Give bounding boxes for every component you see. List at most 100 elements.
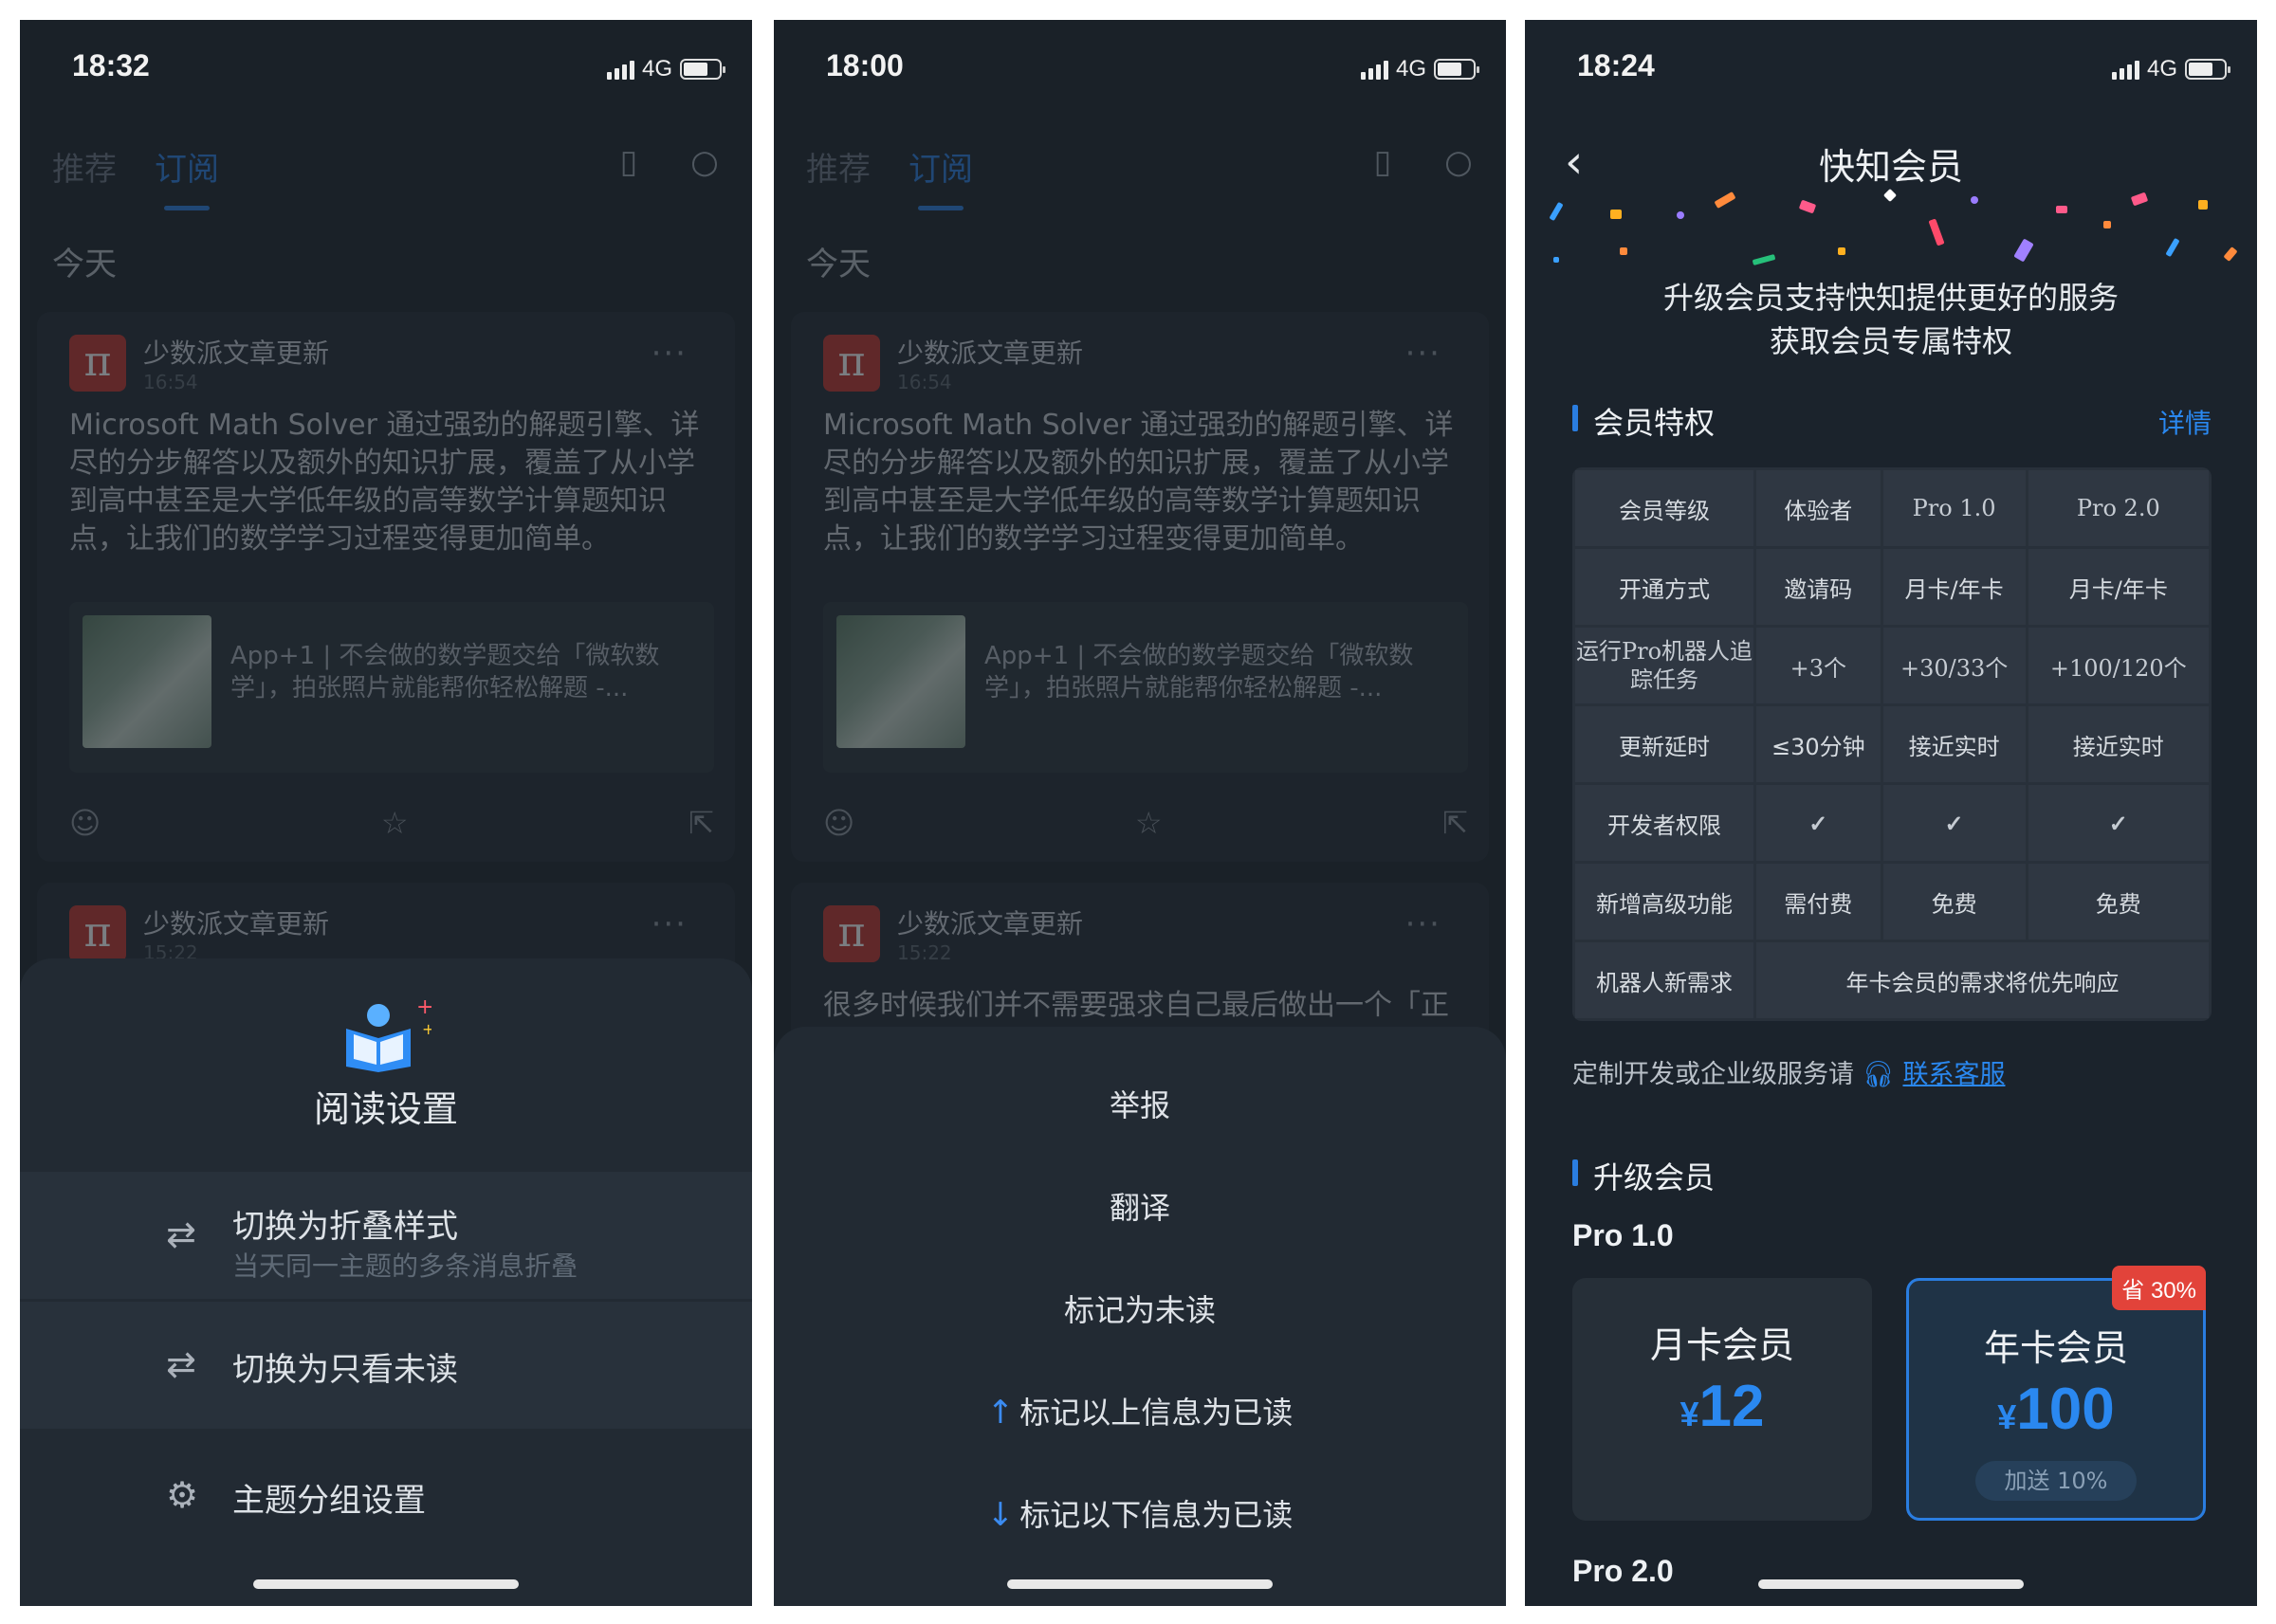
home-indicator	[1007, 1579, 1273, 1589]
check-icon: ✓	[2028, 785, 2209, 861]
share-icon[interactable]: ⇱	[688, 805, 714, 841]
link-thumbnail	[836, 615, 965, 748]
card-text: Microsoft Math Solver 通过强劲的解题引擎、详尽的分步解答以…	[823, 409, 1454, 556]
topic-group-settings[interactable]: ⚙ 主题分组设置	[20, 1432, 752, 1560]
sspai-logo-icon: π	[69, 335, 126, 392]
search-icon[interactable]: ○	[1438, 141, 1479, 183]
pro1-label: Pro 1.0	[1572, 1218, 1674, 1252]
table-header: 会员等级	[1575, 470, 1753, 546]
menu-report[interactable]: 举报	[774, 1082, 1506, 1125]
star-icon[interactable]: ☆	[381, 805, 409, 841]
table-row-label: 开发者权限	[1575, 785, 1753, 861]
table-cell: 免费	[2028, 864, 2209, 940]
status-bar: 18:00 4G	[774, 20, 1506, 124]
svg-text:+: +	[422, 1020, 431, 1038]
phone-membership: 18:24 4G ‹ 快知会员 升级会员支持快知提供更好的服务 获取会员专属特权…	[1525, 20, 2257, 1606]
tab-recommend[interactable]: 推荐	[52, 143, 117, 190]
sspai-logo-icon: π	[823, 905, 880, 962]
status-bar: 18:32 4G	[20, 20, 752, 124]
table-row-label: 运行Pro机器人追踪任务	[1575, 628, 1753, 703]
more-icon[interactable]: ···	[652, 335, 688, 373]
toggle-unread-only[interactable]: ⇄ 切换为只看未读	[20, 1302, 752, 1429]
card-source: 少数派文章更新	[143, 338, 330, 369]
reading-book-icon: + +	[346, 996, 431, 1072]
search-icon[interactable]: ○	[684, 141, 725, 183]
battery-icon	[2185, 59, 2230, 80]
tab-subscribe[interactable]: 订阅	[155, 143, 219, 210]
item-sublabel: 当天同一主题的多条消息折叠	[232, 1250, 578, 1282]
card-source: 少数派文章更新	[143, 908, 330, 940]
menu-label: 标记以下信息为已读	[1019, 1497, 1294, 1533]
section-privileges: 会员特权	[1572, 399, 1715, 443]
toggle-collapse-style[interactable]: ⇄ 切换为折叠样式 当天同一主题的多条消息折叠	[20, 1172, 752, 1299]
table-cell: 接近实时	[2028, 706, 2209, 782]
reading-settings-sheet: + + 阅读设置 ⇄ 切换为折叠样式 当天同一主题的多条消息折叠 ⇄ 切换为只看…	[20, 958, 752, 1606]
section-upgrade: 升级会员	[1572, 1154, 1715, 1197]
network-label: 4G	[641, 56, 672, 82]
bonus-badge: 加送 10%	[1975, 1461, 2137, 1501]
plan-yearly[interactable]: 省 30% 年卡会员 ¥100 加送 10%	[1906, 1266, 2206, 1521]
emoji-icon[interactable]: ☺	[823, 805, 854, 841]
card-source: 少数派文章更新	[897, 908, 1084, 940]
item-label: 切换为只看未读	[232, 1351, 458, 1389]
sspai-logo-icon: π	[823, 335, 880, 392]
swap-icon: ⇄	[166, 1213, 196, 1255]
item-label: 切换为折叠样式	[232, 1208, 458, 1246]
card-source: 少数派文章更新	[897, 338, 1084, 369]
contact-support-link[interactable]: 联系客服	[1902, 1060, 2005, 1089]
emoji-icon[interactable]: ☺	[69, 805, 101, 841]
table-cell: ≤30分钟	[1756, 706, 1881, 782]
swap-icon: ⇄	[166, 1343, 196, 1385]
table-cell: +3个	[1756, 628, 1881, 703]
tab-recommend[interactable]: 推荐	[806, 143, 871, 190]
star-icon[interactable]: ☆	[1135, 805, 1163, 841]
plan-price: ¥12	[1572, 1373, 1872, 1440]
status-bar: 18:24 4G	[1525, 20, 2257, 124]
table-cell: 需付费	[1756, 864, 1881, 940]
table-cell: 月卡/年卡	[1882, 549, 2026, 625]
table-header: Pro 1.0	[1882, 470, 2026, 546]
tab-subscribe[interactable]: 订阅	[909, 143, 973, 210]
card-time: 16:54	[143, 371, 198, 393]
battery-icon	[1434, 59, 1479, 80]
signal-icon	[1360, 59, 1388, 80]
table-cell: 接近实时	[1882, 706, 2026, 782]
plan-name: 月卡会员	[1649, 1324, 1794, 1366]
status-time: 18:24	[1577, 48, 1655, 82]
share-icon[interactable]: ⇱	[1442, 805, 1468, 841]
book-icon[interactable]: ▯	[608, 141, 650, 183]
privileges-table: 会员等级 体验者 Pro 1.0 Pro 2.0 开通方式 邀请码 月卡/年卡 …	[1572, 467, 2212, 1021]
link-title: App+1 | 不会做的数学题交给「微软数学」，拍张照片就能帮你轻松解题 -..…	[230, 642, 660, 703]
more-icon[interactable]: ···	[1405, 335, 1441, 373]
menu-translate[interactable]: 翻译	[774, 1184, 1506, 1228]
gear-icon: ⚙	[166, 1474, 199, 1516]
book-icon[interactable]: ▯	[1362, 141, 1404, 183]
table-row-label: 开通方式	[1575, 549, 1753, 625]
custom-text: 定制开发或企业级服务请	[1572, 1060, 1854, 1089]
menu-mark-unread[interactable]: 标记为未读	[774, 1286, 1506, 1330]
headset-icon: 🎧︎	[1862, 1060, 1895, 1089]
menu-mark-above-read[interactable]: ↑ 标记以上信息为已读	[774, 1389, 1506, 1432]
more-icon[interactable]: ···	[1405, 905, 1441, 943]
battery-icon	[680, 59, 725, 80]
menu-mark-below-read[interactable]: ↓ 标记以下信息为已读	[774, 1491, 1506, 1535]
arrow-up-icon: ↑	[986, 1394, 1015, 1432]
table-header: Pro 2.0	[2028, 470, 2209, 546]
hero-line-2: 获取会员专属特权	[1769, 323, 2012, 359]
price-value: 12	[1698, 1374, 1765, 1439]
svg-text:+: +	[416, 996, 431, 1019]
signal-icon	[2111, 59, 2139, 80]
details-link[interactable]: 详情	[2158, 403, 2212, 441]
plan-name: 年卡会员	[1983, 1327, 2128, 1369]
link-preview[interactable]: App+1 | 不会做的数学题交给「微软数学」，拍张照片就能帮你轻松解题 -..…	[823, 602, 1468, 773]
table-cell: 月卡/年卡	[2028, 549, 2209, 625]
link-preview[interactable]: App+1 | 不会做的数学题交给「微软数学」，拍张照片就能帮你轻松解题 -..…	[69, 602, 714, 773]
discount-badge: 省 30%	[2112, 1266, 2206, 1310]
feed-card[interactable]: π 少数派文章更新 16:54 ··· Microsoft Math Solve…	[37, 312, 735, 862]
more-icon[interactable]: ···	[652, 905, 688, 943]
item-label: 主题分组设置	[232, 1482, 426, 1520]
plan-monthly[interactable]: 月卡会员 ¥12	[1572, 1278, 1872, 1521]
network-label: 4G	[2146, 56, 2177, 82]
feed-card[interactable]: π 少数派文章更新 16:54 ··· Microsoft Math Solve…	[791, 312, 1489, 862]
home-indicator	[253, 1579, 519, 1589]
